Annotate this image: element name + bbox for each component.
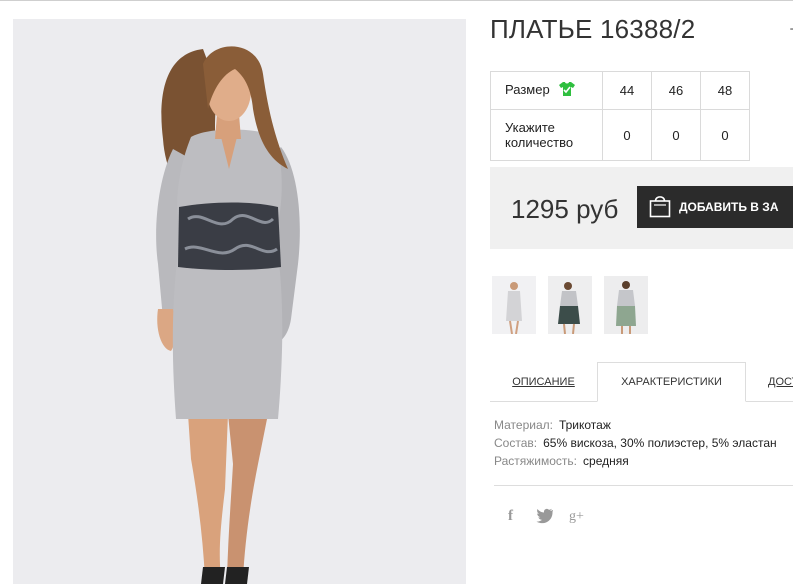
spec-row-composition: Состав: 65% вискоза, 30% полиэстер, 5% эл… [494,434,777,452]
divider [494,485,793,486]
characteristics-list: Материал: Трикотаж Состав: 65% вискоза, 30… [494,416,777,470]
tab-characteristics[interactable]: ХАРАКТЕРИСТИКИ [597,362,746,402]
facebook-icon[interactable]: f [504,506,522,524]
quantity-input-44[interactable]: 0 [602,109,652,161]
spec-key: Материал: [494,418,553,432]
spec-key: Состав: [494,436,538,450]
size-48[interactable]: 48 [700,71,750,110]
size-chart-icon[interactable] [559,82,576,99]
thumbnail-3-image [604,276,648,334]
spec-value: средняя [583,454,629,468]
quantity-label-line2: количество [505,135,574,150]
product-tabs: ОПИСАНИЕ ХАРАКТЕРИСТИКИ ДОСТ [490,362,793,402]
model-illustration [13,19,466,584]
spec-value: 65% вискоза, 30% полиэстер, 5% эластан [543,436,777,450]
svg-text:g+: g+ [569,509,584,524]
wishlist-icon[interactable]: + [789,14,793,45]
size-label: Размер [505,81,550,97]
twitter-icon[interactable] [536,506,554,524]
tab-delivery[interactable]: ДОСТ [768,362,793,402]
spec-row-material: Материал: Трикотаж [494,416,777,434]
size-quantity-table: Размер 44 46 48 Укажите количество 0 0 0 [490,71,750,161]
thumbnail-2-image [548,276,592,334]
size-44[interactable]: 44 [602,71,652,110]
quantity-label: Укажите количество [490,109,603,161]
size-46[interactable]: 46 [651,71,701,110]
quantity-label-line1: Укажите [505,120,555,135]
thumbnail-1-image [492,276,536,334]
thumbnail-2[interactable] [548,276,592,334]
spec-value: Трикотаж [558,418,611,432]
price-panel: 1295 руб ДОБАВИТЬ В ЗА [490,167,793,249]
tab-description[interactable]: ОПИСАНИЕ [490,362,597,402]
top-border [0,0,793,1]
quantity-input-46[interactable]: 0 [651,109,701,161]
quantity-input-48[interactable]: 0 [700,109,750,161]
add-to-cart-button[interactable]: ДОБАВИТЬ В ЗА [637,186,793,228]
add-to-cart-label: ДОБАВИТЬ В ЗА [679,200,779,214]
spec-row-stretch: Растяжимость: средняя [494,452,777,470]
size-label-cell: Размер [490,71,603,110]
svg-text:f: f [508,508,514,524]
google-plus-icon[interactable]: g+ [568,506,590,524]
spec-key: Растяжимость: [494,454,578,468]
product-main-image[interactable] [13,19,466,584]
thumbnail-1[interactable] [492,276,536,334]
product-price: 1295 руб [511,194,619,224]
product-title: ПЛАТЬЕ 16388/2 [490,14,696,44]
thumbnail-3[interactable] [604,276,648,334]
shopping-bag-icon [649,194,671,221]
